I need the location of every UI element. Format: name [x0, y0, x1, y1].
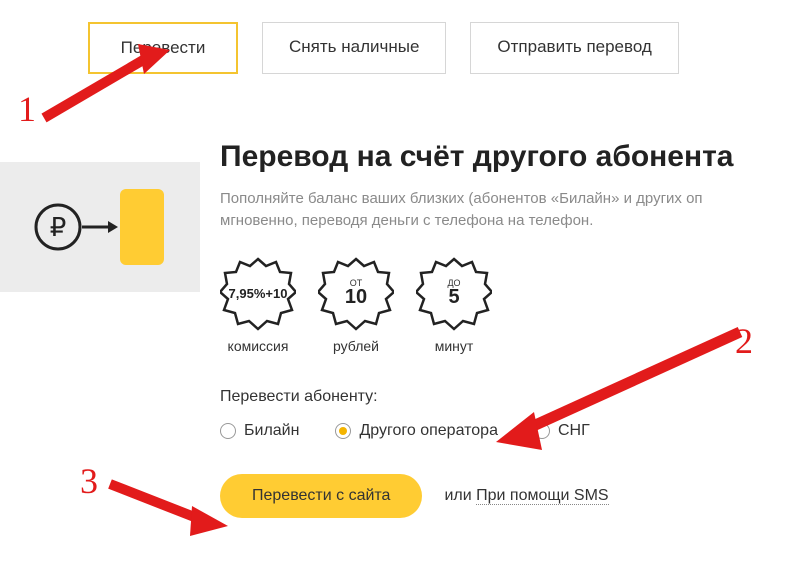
- badge-time: ДО 5 минут: [416, 256, 492, 354]
- main-content: Перевод на счёт другого абонента Пополня…: [220, 140, 800, 518]
- tab-send[interactable]: Отправить перевод: [470, 22, 678, 74]
- radio-dot-icon: [335, 423, 351, 439]
- annotation-number-1: 1: [18, 88, 36, 130]
- radio-beeline-label: Билайн: [244, 422, 299, 440]
- badge-commission-value: 7,95%+10: [229, 286, 288, 301]
- alt-or: или: [444, 487, 471, 504]
- radio-cis-label: СНГ: [558, 422, 590, 440]
- form-label: Перевести абоненту:: [220, 388, 800, 406]
- annotation-arrow-3: [102, 470, 232, 540]
- badges-row: 7,95%+10 комиссия ОТ 10 рублей ДО 5 мину…: [220, 256, 800, 354]
- hero-illustration: ₽: [0, 162, 200, 292]
- alt-sms-text: или При помощи SMS: [444, 487, 608, 505]
- badge-min-value: 10: [345, 286, 367, 309]
- tabs-row: Перевести Снять наличные Отправить перев…: [0, 0, 800, 74]
- badge-time-caption: минут: [435, 338, 474, 354]
- radio-group-operator: Билайн Другого оператора СНГ: [220, 422, 800, 440]
- badge-commission-caption: комиссия: [228, 338, 289, 354]
- badge-commission: 7,95%+10 комиссия: [220, 256, 296, 354]
- svg-text:₽: ₽: [50, 212, 67, 242]
- tab-transfer[interactable]: Перевести: [88, 22, 238, 74]
- badge-min-amount: ОТ 10 рублей: [318, 256, 394, 354]
- radio-dot-icon: [534, 423, 550, 439]
- badge-time-value: 5: [448, 286, 459, 309]
- radio-beeline[interactable]: Билайн: [220, 422, 299, 440]
- radio-other-label: Другого оператора: [359, 422, 498, 440]
- tab-withdraw[interactable]: Снять наличные: [262, 22, 446, 74]
- badge-min-caption: рублей: [333, 338, 379, 354]
- radio-cis[interactable]: СНГ: [534, 422, 590, 440]
- radio-other-operator[interactable]: Другого оператора: [335, 422, 498, 440]
- annotation-number-3: 3: [80, 460, 98, 502]
- alt-sms-link[interactable]: При помощи SMS: [476, 487, 608, 505]
- page-subtitle: Пополняйте баланс ваших близких (абонент…: [220, 188, 780, 232]
- annotation-number-2: 2: [735, 320, 753, 362]
- submit-button[interactable]: Перевести с сайта: [220, 474, 422, 518]
- action-row: Перевести с сайта или При помощи SMS: [220, 474, 800, 518]
- page-title: Перевод на счёт другого абонента: [220, 140, 800, 174]
- ruble-to-phone-icon: ₽: [30, 177, 170, 277]
- radio-dot-icon: [220, 423, 236, 439]
